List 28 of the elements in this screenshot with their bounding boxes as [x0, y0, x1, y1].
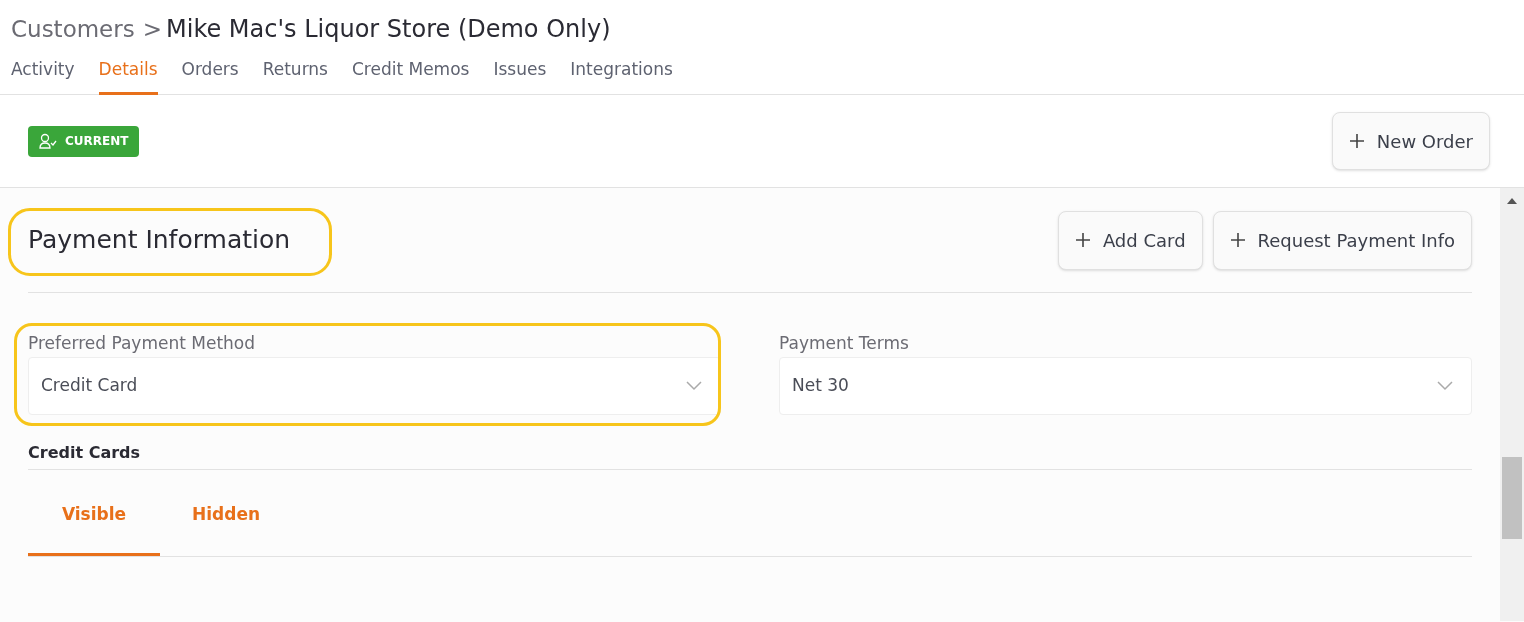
user-check-icon — [39, 133, 57, 149]
new-order-button[interactable]: New Order — [1331, 112, 1490, 170]
chevron-down-icon — [686, 381, 702, 391]
plus-icon — [1229, 232, 1246, 248]
scroll-thumb[interactable] — [1502, 457, 1522, 539]
page-title: Mike Mac's Liquor Store (Demo Only) — [166, 14, 611, 45]
tab[interactable]: Returns — [262, 46, 328, 95]
scrollbar[interactable] — [1500, 188, 1524, 621]
tab[interactable]: Integrations — [570, 46, 673, 95]
action-button[interactable]: Add Card — [1057, 210, 1203, 270]
field-label: Payment Terms — [779, 332, 910, 355]
tab[interactable]: Activity — [11, 46, 75, 95]
field-label: Preferred Payment Method — [28, 332, 257, 355]
tab[interactable]: Orders — [181, 46, 239, 95]
section-title: Payment Information — [28, 224, 291, 257]
chevron-down-icon — [1437, 381, 1453, 391]
breadcrumb-separator: > — [142, 14, 162, 44]
plus-icon — [1074, 232, 1091, 248]
tab[interactable]: Issues — [493, 46, 547, 95]
action-button[interactable]: Request Payment Info — [1212, 210, 1472, 270]
select-field[interactable]: Credit Card — [28, 357, 721, 415]
scroll-up-icon[interactable] — [1507, 198, 1517, 204]
status-label: CURRENT — [65, 133, 129, 150]
plus-icon — [1348, 133, 1365, 149]
select-field[interactable]: Net 30 — [779, 357, 1472, 415]
subsection-title: Credit Cards — [28, 441, 1472, 470]
tab[interactable]: Credit Memos — [351, 46, 470, 95]
breadcrumb-link[interactable]: Customers — [11, 11, 135, 47]
